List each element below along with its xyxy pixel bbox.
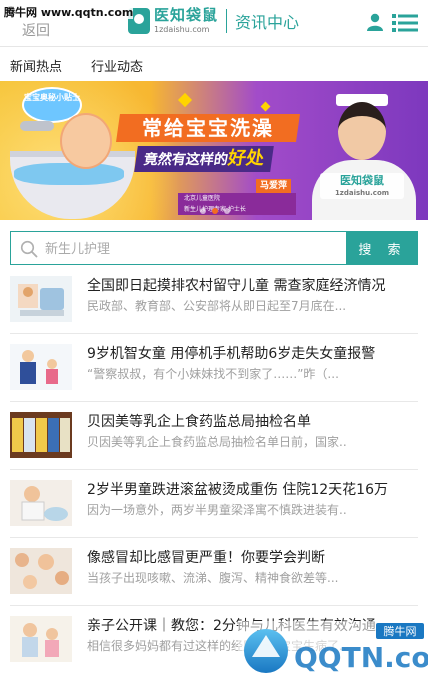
news-title[interactable]: 2岁半男童跌进滚盆被烫成重伤 住院12天花16万 [87,479,417,499]
nurse-head [338,102,386,160]
user-icon[interactable] [367,13,383,31]
news-summary: 民政部、教育部、公安部将从即日起至7月底在... [87,299,347,313]
nurse-name-tag: 马爱萍 [256,179,292,193]
logo-name: 医知袋鼠 [154,6,219,24]
qqtn-watermark: 腾牛网 QQTN.com [238,621,428,677]
tab-industry[interactable]: 行业动态 [91,56,143,75]
faucet-icon [20,121,54,131]
sparkle-icon [260,101,271,112]
baby-illustration [60,113,112,169]
carousel-dot[interactable] [200,208,206,214]
promo-banner[interactable]: 宝宝奥秘小贴士 常给宝宝洗澡 竟然有这样的好处 马爱萍 北京儿童医院 新生儿护理… [0,81,428,220]
tab-news-hot[interactable]: 新闻热点 [10,56,62,75]
news-item[interactable]: 全国即日起摸排农村留守儿童 需查家庭经济情况 民政部、教育部、公安部将从即日起至… [0,266,428,334]
banner-subheadline-text: 竟然有这样的 [142,152,229,168]
search-icon [20,240,38,258]
hospital-caption: 北京儿童医院 新生儿护理专家 护士长 [178,193,296,215]
banner-headline: 常给宝宝洗澡 [116,114,300,142]
logo-divider [226,9,228,33]
news-summary: 当孩子出现咳嗽、流涕、腹泻、精神食欲差等... [87,571,339,585]
news-summary: 贝因美等乳企上食药监总局抽检名单日前，国家... [87,435,347,449]
banner-subheadline: 竟然有这样的好处 [134,146,274,172]
hospital-name: 北京儿童医院 [184,195,221,202]
news-title[interactable]: 贝因美等乳企上食药监总局抽检名单 [87,411,417,431]
nurse-photo [312,94,416,220]
site-watermark: 腾牛网 www.qqtn.com [4,6,134,19]
news-thumbnail [10,344,72,390]
watermark-brand: QQTN.com [294,641,428,674]
news-thumbnail [10,480,72,526]
site-logo[interactable]: 医知袋鼠 1zdaishu.com 资讯中心 [128,8,299,34]
news-thumbnail [10,276,72,322]
news-item[interactable]: 贝因美等乳企上食药监总局抽检名单 贝因美等乳企上食药监总局抽检名单日前，国家..… [0,402,428,470]
category-tabs: 新闻热点 行业动态 [0,46,428,81]
banner-subheadline-highlight: 好处 [226,148,266,169]
news-item[interactable]: 2岁半男童跌进滚盆被烫成重伤 住院12天花16万 因为一场意外，两岁半男童梁泽寓… [0,470,428,538]
news-title[interactable]: 像感冒却比感冒更严重！你要学会判断 [87,547,417,567]
banner-logo-name: 医知袋鼠 [340,174,384,187]
news-summary: 因为一场意外，两岁半男童梁泽寓不慎跌进装有... [87,503,347,517]
bath-water [14,163,124,185]
news-thumbnail [10,412,72,458]
search-box [10,231,347,265]
news-title[interactable]: 全国即日起摸排农村留守儿童 需查家庭经济情况 [87,275,417,295]
carousel-dots [200,208,230,214]
banner-logo: 医知袋鼠 1zdaishu.com [320,173,404,199]
watermark-site-name: 腾牛网 [384,624,417,638]
news-thumbnail [10,548,72,594]
search-input[interactable] [43,233,343,265]
logo-text: 医知袋鼠 1zdaishu.com [154,8,218,34]
news-thumbnail [10,616,72,662]
banner-logo-domain: 1zdaishu.com [334,189,390,197]
news-title[interactable]: 9岁机智女童 用停机手机帮助6岁走失女童报警 [87,343,417,363]
back-link[interactable]: 返回 [22,20,50,40]
news-item[interactable]: 9岁机智女童 用停机手机帮助6岁走失女童报警 “警察叔叔，有个小妹妹找不到家了…… [0,334,428,402]
news-item[interactable]: 像感冒却比感冒更严重！你要学会判断 当孩子出现咳嗽、流涕、腹泻、精神食欲差等..… [0,538,428,606]
page-title: 资讯中心 [235,13,300,32]
menu-icon[interactable] [392,13,418,33]
search-bar: 搜 索 [10,231,418,265]
search-button[interactable]: 搜 索 [347,231,418,265]
carousel-dot-active[interactable] [212,208,218,214]
news-summary: “警察叔叔，有个小妹妹找不到家了……”昨（... [87,367,339,381]
logo-domain: 1zdaishu.com [154,25,210,34]
carousel-dot[interactable] [224,208,230,214]
